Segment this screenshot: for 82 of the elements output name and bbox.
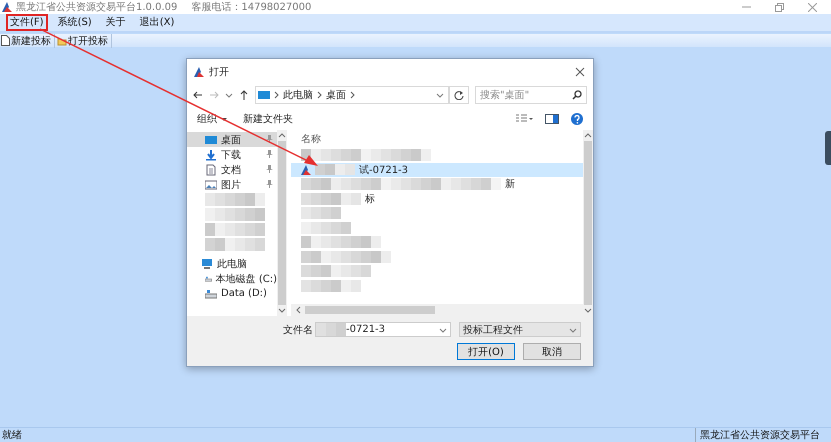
file-row[interactable]: 标 [291, 192, 583, 206]
scrollbar-thumb[interactable] [278, 141, 286, 305]
view-icon[interactable] [516, 114, 533, 124]
scroll-down-icon[interactable] [584, 307, 592, 314]
dialog-button[interactable]: 打开(O) [457, 343, 515, 360]
nav-item[interactable]: 桌面 [187, 132, 277, 147]
up-icon[interactable] [239, 90, 249, 100]
dropdown-icon[interactable] [436, 91, 444, 99]
scroll-up-icon[interactable] [278, 132, 286, 139]
minimize-icon[interactable] [742, 6, 751, 8]
document-icon [205, 164, 217, 176]
nav-item[interactable]: Data (D:) [187, 286, 277, 301]
dialog-title: 打开 [209, 66, 229, 79]
pixelated-text [301, 192, 361, 205]
menu-item[interactable]: 系统(S) [54, 14, 96, 31]
caret-icon[interactable] [221, 118, 227, 120]
filetype-dropdown[interactable]: 投标工程文件 [459, 322, 581, 337]
breadcrumb[interactable]: 桌面 [326, 88, 346, 102]
close-icon[interactable] [575, 67, 585, 77]
desktop-icon [205, 134, 217, 146]
preview-pane-icon[interactable] [545, 114, 559, 124]
pixelated-text [205, 238, 265, 251]
search-field[interactable]: 搜索"桌面" [475, 86, 587, 104]
computer-icon [201, 258, 213, 270]
pixelated-text [316, 323, 346, 336]
column-header[interactable]: 名称 [291, 130, 583, 148]
back-icon[interactable] [193, 90, 203, 100]
hotline-text: 客服电话：14798027000 [191, 0, 312, 14]
pixelated-text [301, 280, 361, 292]
toolbar-button[interactable]: 打开投标 [57, 34, 112, 48]
dialog-button[interactable]: 取消 [523, 343, 581, 360]
scrollbar-thumb[interactable] [584, 141, 592, 305]
dropdown-icon[interactable] [439, 326, 447, 334]
chevron-icon [350, 91, 355, 99]
help-icon[interactable] [571, 113, 583, 125]
scroll-up-icon[interactable] [584, 132, 592, 139]
picture-icon [205, 178, 217, 190]
menu-item[interactable]: 关于 [102, 14, 130, 31]
pixelated-text [205, 193, 265, 206]
pixelated-text [205, 208, 265, 221]
nav-item[interactable]: 此电脑 [187, 256, 277, 271]
dropdown-icon[interactable] [225, 91, 233, 99]
pixelated-text [315, 164, 355, 176]
app-icon [193, 66, 205, 78]
breadcrumb[interactable]: 此电脑 [283, 88, 313, 102]
side-widget[interactable] [825, 131, 831, 165]
nav-item[interactable]: 下载 [187, 147, 277, 162]
chevron-icon [317, 91, 322, 99]
pixelated-text [205, 223, 265, 236]
page-icon [1, 35, 10, 46]
nav-item[interactable]: 本地磁盘 (C:) [187, 271, 277, 286]
field-label: 文件名 [283, 324, 313, 336]
nav-item[interactable]: 文档 [187, 162, 277, 177]
scrollbar-thumb[interactable] [305, 306, 435, 314]
pixelated-text [301, 207, 341, 220]
pixelated-text [301, 265, 371, 278]
app-icon [2, 2, 12, 12]
status-text: 黑龙江省公共资源交易平台 [695, 428, 822, 442]
menu-item[interactable]: 退出(X) [136, 14, 178, 31]
refresh-icon[interactable] [454, 90, 464, 100]
toolbar-button[interactable]: 新建投标 [1, 34, 55, 48]
filename-field[interactable]: -0721-3 [315, 322, 451, 337]
file-icon [301, 164, 311, 175]
status-text: 就绪 [1, 428, 23, 442]
computer-icon [258, 89, 270, 101]
menu-item[interactable]: 文件(F) [6, 14, 48, 31]
download-icon [205, 148, 217, 160]
toolbar-command[interactable]: 新建文件夹 [243, 112, 293, 126]
scroll-down-icon[interactable] [278, 307, 286, 314]
chevron-icon [274, 91, 279, 99]
dropdown-icon[interactable] [569, 326, 577, 334]
window-title: 黑龙江省公共资源交易平台1.0.0.09 [16, 0, 178, 14]
pixelated-text [301, 222, 351, 234]
drive-icon [205, 288, 217, 300]
forward-icon[interactable] [209, 90, 219, 100]
search-icon[interactable] [572, 90, 582, 100]
file-row[interactable]: 试-0721-3 [291, 162, 583, 177]
restore-icon[interactable] [775, 2, 784, 12]
file-row[interactable]: 新 [291, 177, 583, 192]
address-bar[interactable]: 此电脑 桌面 [255, 86, 449, 104]
nav-item[interactable]: 图片 [187, 177, 277, 192]
scroll-left-icon[interactable] [295, 306, 301, 314]
